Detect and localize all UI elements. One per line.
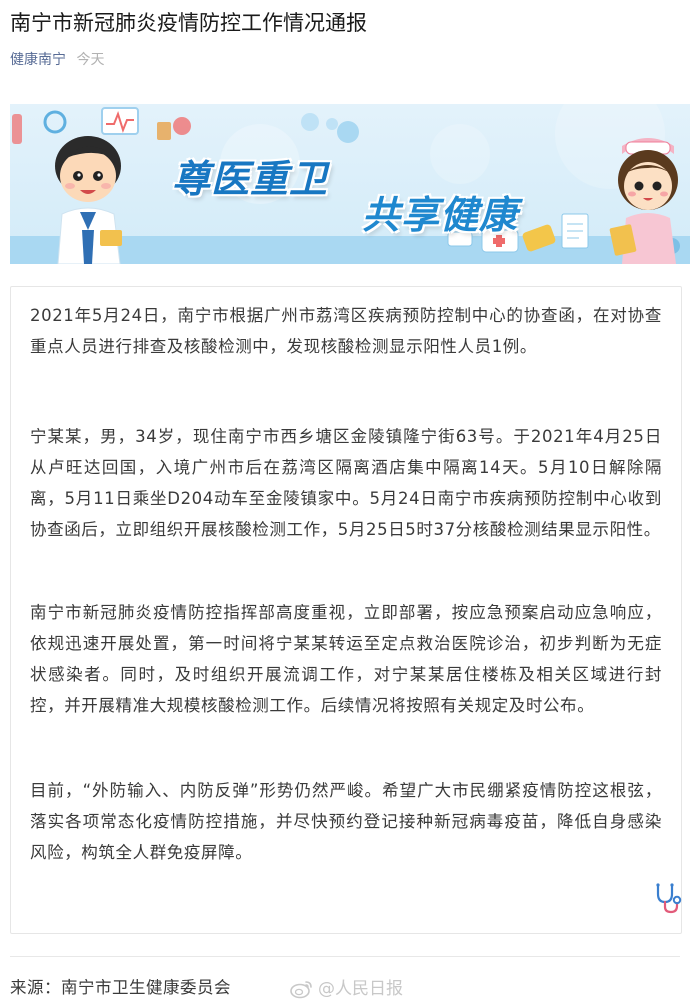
banner-slogan-secondary: 共享健康 (362, 193, 519, 237)
publish-date: 今天 (76, 52, 105, 68)
author-link[interactable]: 健康南宁 (10, 52, 66, 68)
weibo-logo-icon (290, 981, 312, 999)
header-banner-image: 尊医重卫 共享健康 (10, 104, 690, 264)
nurse-illustration-female (609, 138, 678, 264)
paragraph-announcement: 2021年5月24日，南宁市根据广州市荔湾区疾病预防控制中心的协查函，在对协查重… (30, 306, 662, 356)
weibo-watermark: @人民日报 (290, 977, 403, 1001)
paragraph-public-appeal: 目前，“外防输入、内防反弹”形势仍然严峻。希望广大市民绷紧疫情防控这根弦，落实各… (30, 781, 662, 862)
paragraph-case-details: 宁某某，男，34岁，现住南宁市西乡塘区金陵镇隆宁街63号。于2021年4月25日… (30, 427, 662, 539)
article-title: 南宁市新冠肺炎疫情防控工作情况通报 (10, 11, 367, 35)
paragraph-response-measures: 南宁市新冠肺炎疫情防控指挥部高度重视，立即部署，按应急预案启动应急响应，依规迅速… (30, 603, 662, 715)
source-attribution: 来源：南宁市卫生健康委员会 (10, 978, 231, 997)
doctor-illustration-male (55, 136, 122, 264)
banner-slogan-primary: 尊医重卫 (172, 157, 329, 201)
watermark-text: @人民日报 (318, 979, 403, 999)
stethoscope-icon (656, 883, 682, 914)
footer-divider (10, 956, 680, 957)
article-meta: 健康南宁 今天 (10, 50, 104, 70)
